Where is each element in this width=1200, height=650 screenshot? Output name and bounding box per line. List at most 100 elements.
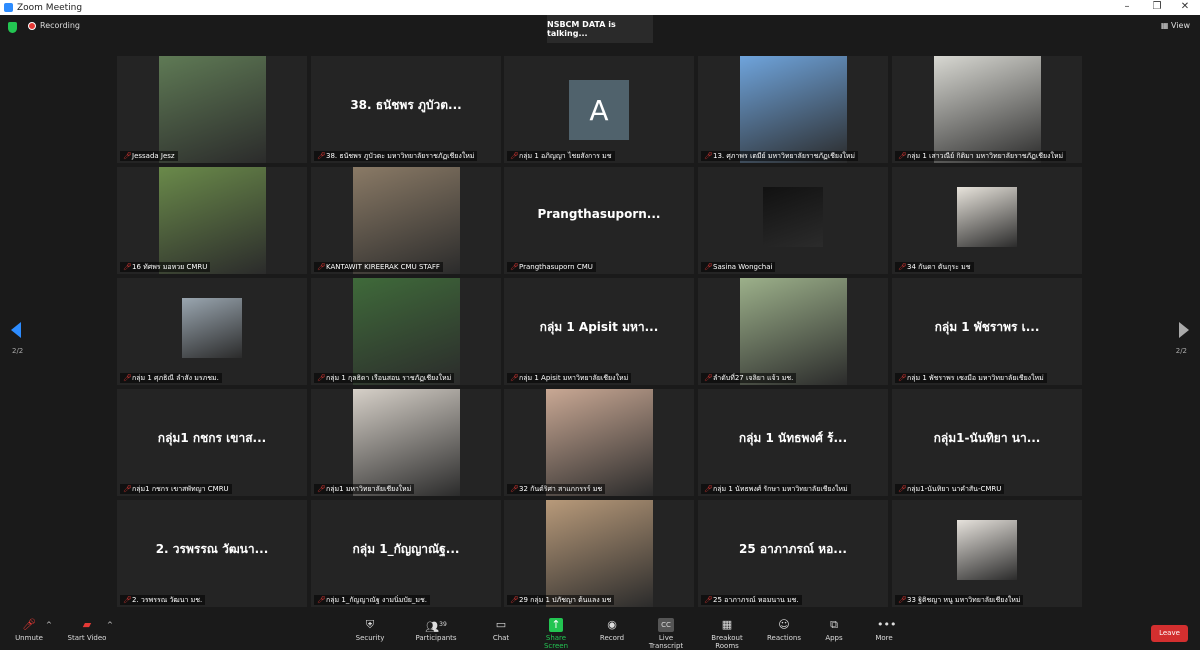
- participant-display-name: 2. วรพรรณ วัฒนา...: [155, 542, 269, 556]
- participant-tile[interactable]: 🎤︎ ลำดับที่27 เจลิยา แจ้ว มช.: [698, 278, 888, 385]
- apps-label: Apps: [825, 634, 843, 642]
- close-icon[interactable]: ✕: [1170, 0, 1200, 15]
- apps-button[interactable]: ⧉ Apps: [824, 618, 844, 642]
- reactions-label: Reactions: [766, 634, 802, 642]
- minimize-icon[interactable]: –: [1112, 0, 1142, 15]
- participant-name: 32 กันต์ริศา สาแกกรรร์ มช: [519, 485, 603, 493]
- muted-mic-icon: 🎤︎: [704, 596, 713, 604]
- muted-mic-icon: 🎤︎: [510, 485, 519, 493]
- muted-mic-icon: 🎤︎: [317, 152, 326, 160]
- page-indicator-right: 2/2: [1175, 347, 1187, 355]
- muted-mic-icon: 🎤︎: [898, 263, 907, 271]
- reactions-button[interactable]: ☺ Reactions: [766, 618, 802, 642]
- participant-tile[interactable]: 🎤︎ 29 กลุ่ม 1 ปภัชญา ต้นแลง มช: [504, 500, 694, 607]
- participant-nameplate: 🎤︎ 25 อาภาภรณ์ หอมนาน มช.: [701, 595, 802, 605]
- participant-nameplate: 🎤︎ กลุ่ม 1 ศุภธิณี ลำสัง มรภชม.: [120, 373, 222, 383]
- participant-name: กลุ่ม1 มหาวิทยาลัยเชียงใหม่: [326, 485, 412, 493]
- participant-nameplate: 🎤︎ 38. ธนัชพร ภูบัวตะ มหาวิทยาลัยราชภัฏเช…: [314, 151, 478, 161]
- participant-tile[interactable]: กลุ่ม1-นันทิยา นา... 🎤︎ กลุ่ม1-นันทิยา นาค…: [892, 389, 1082, 496]
- muted-mic-icon: 🎤︎: [510, 263, 519, 271]
- next-page-arrow-icon[interactable]: [1179, 322, 1189, 338]
- participant-tile[interactable]: กลุ่ม 1_กัญญาณัฐ... 🎤︎ กลุ่ม 1_กัญญาณัฐ งา…: [311, 500, 501, 607]
- participant-name: 34 กันดา ตันกุระ มช: [907, 263, 971, 271]
- participant-tile[interactable]: 🎤︎ กลุ่ม 1 กุลธิดา เรือนสอน ราชภัฏเชียงให…: [311, 278, 501, 385]
- more-dots-icon: •••: [877, 618, 897, 631]
- participant-tile[interactable]: 🎤︎ 13. ศุภาพร เตมีย์ มหาวิทยาลัยราชภัฏเชี…: [698, 56, 888, 163]
- participant-video: [158, 167, 266, 274]
- record-button[interactable]: ◉ Record: [598, 618, 626, 642]
- record-dot-icon: [28, 21, 36, 30]
- live-transcript-label: Live Transcript: [648, 634, 684, 650]
- audio-options-chevron-icon[interactable]: ^: [46, 621, 52, 629]
- participant-display-name: 38. ธนัชพร ภูบัวต...: [350, 98, 462, 112]
- participant-nameplate: 🎤︎ Prangthasuporn CMU: [507, 262, 596, 272]
- maximize-icon[interactable]: ❐: [1142, 0, 1172, 15]
- participant-tile[interactable]: 🎤︎ กลุ่ม1 มหาวิทยาลัยเชียงใหม่: [311, 389, 501, 496]
- start-video-button[interactable]: ▰ Start Video: [67, 618, 107, 642]
- view-button[interactable]: ▦ View: [1161, 21, 1190, 30]
- participant-tile[interactable]: กลุ่ม 1 พัชราพร เ... 🎤︎ กลุ่ม 1 พัชราพร เซ…: [892, 278, 1082, 385]
- active-speaker-banner: NSBCM DATA is talking...: [547, 15, 653, 43]
- grid-icon: ▦: [1160, 21, 1172, 30]
- participant-tile[interactable]: 🎤︎ กลุ่ม 1 เสาวณีย์ กิติมา มหาวิทยาลัยราช…: [892, 56, 1082, 163]
- participant-video: [158, 56, 266, 163]
- view-label: View: [1171, 21, 1190, 30]
- participant-nameplate: 🎤︎ กลุ่ม 1 พัชราพร เซงมือ มหาวิทยาลัยเชีย…: [895, 373, 1047, 383]
- share-screen-button[interactable]: ↑ Share Screen: [533, 618, 579, 650]
- participant-tile[interactable]: 25 อาภาภรณ์ หอ... 🎤︎ 25 อาภาภรณ์ หอมนาน มช…: [698, 500, 888, 607]
- participant-display-name: Prangthasuporn...: [537, 207, 661, 221]
- record-label: Record: [599, 634, 625, 642]
- breakout-rooms-button[interactable]: ▦ Breakout Rooms: [699, 618, 755, 650]
- participant-name: ลำดับที่27 เจลิยา แจ้ว มช.: [713, 374, 794, 382]
- participant-name: Prangthasuporn CMU: [519, 263, 593, 271]
- security-button[interactable]: ⛨ Security: [355, 618, 385, 642]
- leave-button[interactable]: Leave: [1151, 625, 1188, 642]
- participant-nameplate: 🎤︎ KANTAWIT KIREERAK CMU STAFF: [314, 262, 443, 272]
- participant-tile[interactable]: กลุ่ม 1 Apisit มหา... 🎤︎ กลุ่ม 1 Apisit มห…: [504, 278, 694, 385]
- security-shield-icon: ⛨: [365, 618, 375, 631]
- live-transcript-button[interactable]: CC Live Transcript: [641, 618, 691, 650]
- participant-tile[interactable]: กลุ่ม 1 นัทธพงศ์ ร้... 🎤︎ กลุ่ม 1 นัทธพงศ์…: [698, 389, 888, 496]
- participant-nameplate: 🎤︎ 33 ฐิติชญา หนู มหาวิทยาลัยเชียงใหม่: [895, 595, 1024, 605]
- participants-label: Participants: [415, 634, 457, 642]
- participant-tile[interactable]: 38. ธนัชพร ภูบัวต... 🎤︎ 38. ธนัชพร ภูบัวตะ…: [311, 56, 501, 163]
- participant-name: 25 อาภาภรณ์ หอมนาน มช.: [713, 596, 799, 604]
- muted-mic-icon: 🎤︎: [898, 596, 907, 604]
- participant-tile[interactable]: 🎤︎ Jessada Jesz: [117, 56, 307, 163]
- participant-nameplate: 🎤︎ กลุ่ม 1 เสาวณีย์ กิติมา มหาวิทยาลัยราช…: [895, 151, 1067, 161]
- participant-tile[interactable]: A 🎤︎ กลุ่ม 1 อภิญญา ไชยสังการ มช: [504, 56, 694, 163]
- participant-tile[interactable]: 🎤︎ KANTAWIT KIREERAK CMU STAFF: [311, 167, 501, 274]
- previous-page-arrow-icon[interactable]: [11, 322, 21, 338]
- participant-tile[interactable]: 🎤︎ กลุ่ม 1 ศุภธิณี ลำสัง มรภชม.: [117, 278, 307, 385]
- participant-tile[interactable]: 🎤︎ Sasina Wongchai: [698, 167, 888, 274]
- participant-nameplate: 🎤︎ 16 ทัศพร มอหวย CMRU: [120, 262, 211, 272]
- encryption-shield-icon[interactable]: [8, 22, 17, 33]
- participant-tile[interactable]: Prangthasuporn... 🎤︎ Prangthasuporn CMU: [504, 167, 694, 274]
- participant-tile[interactable]: 🎤︎ 16 ทัศพร มอหวย CMRU: [117, 167, 307, 274]
- recording-indicator[interactable]: Recording: [28, 21, 80, 30]
- participant-nameplate: 🎤︎ 2. วรพรรณ วัฒนา มช.: [120, 595, 206, 605]
- meeting-toolbar: 🎤︎ Unmute ^ ▰ Start Video ^ ⛨ Security 👥…: [0, 615, 1200, 650]
- participants-button[interactable]: 👥︎39 Participants: [413, 618, 459, 642]
- muted-mic-icon: 🎤︎: [317, 374, 326, 382]
- participant-nameplate: 🎤︎ กลุ่ม 1 กุลธิดา เรือนสอน ราชภัฏเชียงให…: [314, 373, 455, 383]
- record-icon: ◉: [607, 618, 617, 631]
- more-button[interactable]: ••• More: [874, 618, 897, 642]
- participant-video: [763, 186, 823, 247]
- participant-name: 33 ฐิติชญา หนู มหาวิทยาลัยเชียงใหม่: [907, 596, 1021, 604]
- leave-label: Leave: [1159, 629, 1180, 637]
- unmute-button[interactable]: 🎤︎ Unmute: [14, 618, 44, 642]
- participant-tile[interactable]: 🎤︎ 33 ฐิติชญา หนู มหาวิทยาลัยเชียงใหม่: [892, 500, 1082, 607]
- chat-label: Chat: [492, 634, 510, 642]
- participant-tile[interactable]: 2. วรพรรณ วัฒนา... 🎤︎ 2. วรพรรณ วัฒนา มช.: [117, 500, 307, 607]
- participant-video: [352, 167, 460, 274]
- participant-tile[interactable]: 🎤︎ 32 กันต์ริศา สาแกกรรร์ มช: [504, 389, 694, 496]
- chat-button[interactable]: ▭ Chat: [490, 618, 512, 642]
- window-title: Zoom Meeting: [17, 2, 83, 13]
- participant-name: กลุ่ม 1 พัชราพร เซงมือ มหาวิทยาลัยเชียงใ…: [907, 374, 1044, 382]
- participant-tile[interactable]: 🎤︎ 34 กันดา ตันกุระ มช: [892, 167, 1082, 274]
- participant-tile[interactable]: กลุ่ม1 กชกร เขาส... 🎤︎ กลุ่ม1 กชกร เขาสพัท…: [117, 389, 307, 496]
- video-options-chevron-icon[interactable]: ^: [107, 621, 113, 629]
- muted-mic-icon: 🎤︎: [123, 596, 132, 604]
- smiley-icon: ☺: [778, 618, 790, 631]
